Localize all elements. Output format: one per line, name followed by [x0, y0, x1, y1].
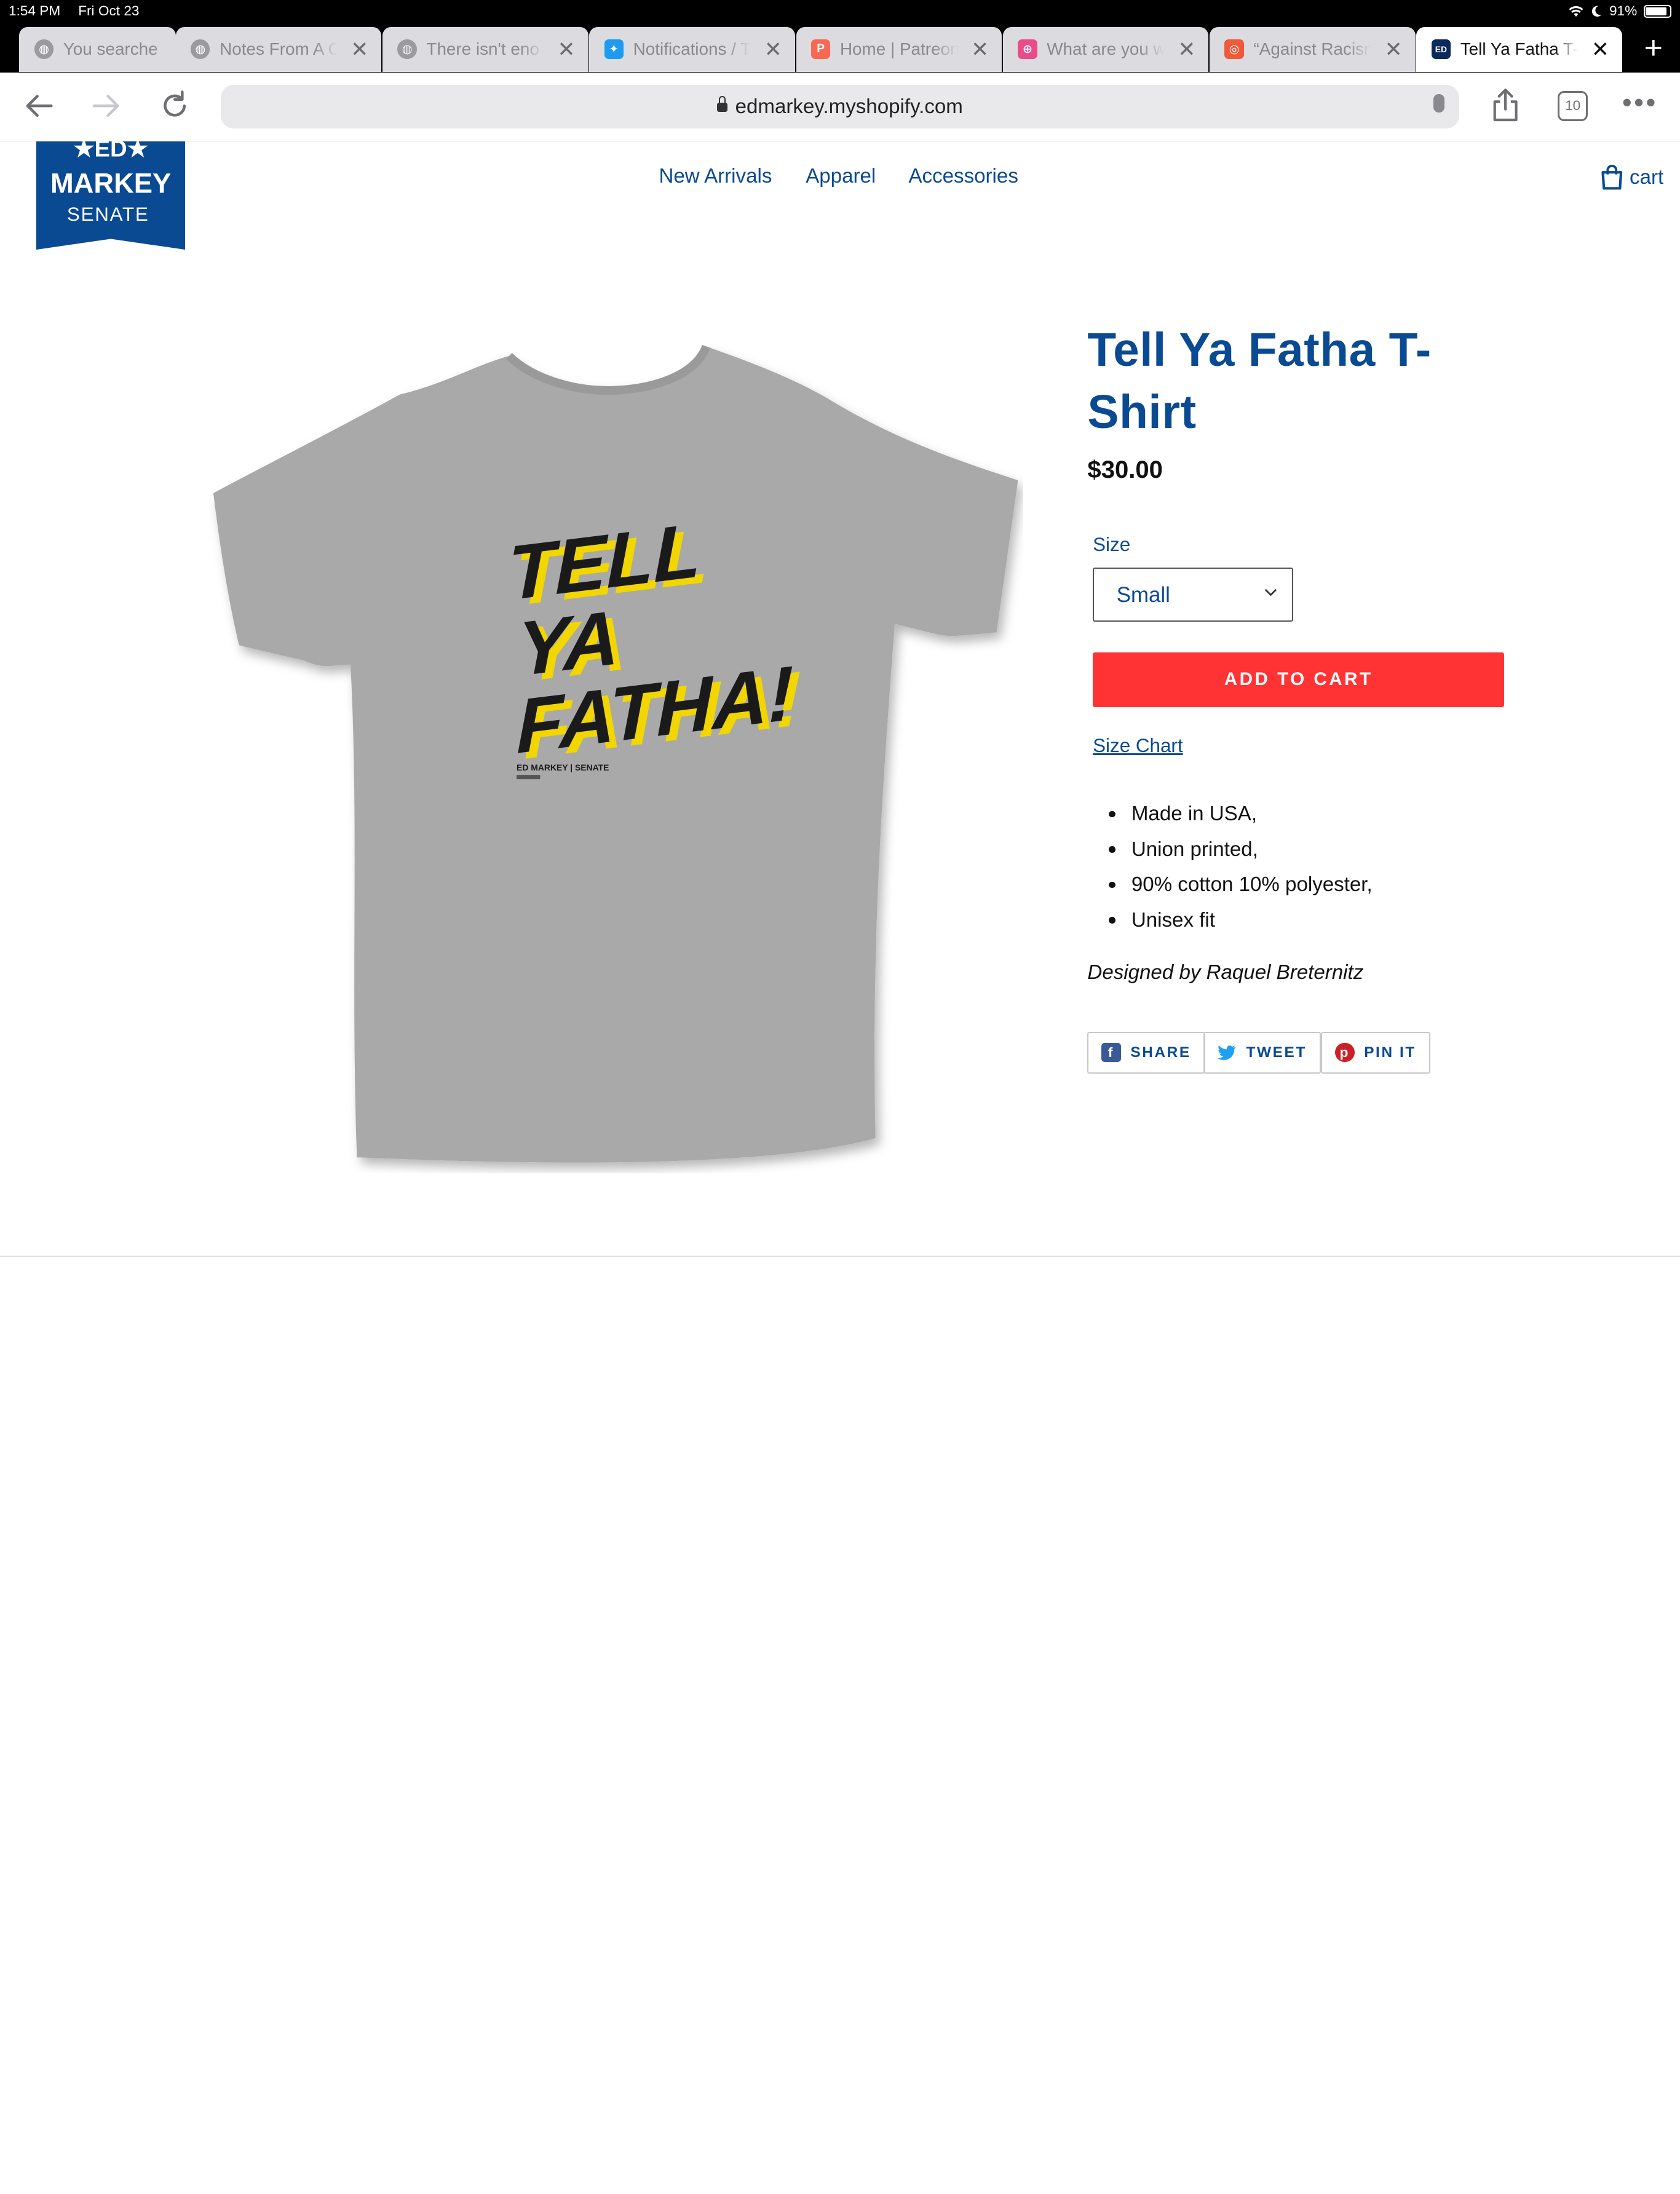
- close-icon[interactable]: ✕: [764, 38, 782, 62]
- chevron-down-icon: [1264, 584, 1277, 601]
- pinterest-icon: p: [1335, 1043, 1355, 1063]
- add-to-cart-button[interactable]: ADD TO CART: [1093, 652, 1505, 707]
- product-title: Tell Ya Fatha T-Shirt: [1087, 324, 1432, 439]
- product-price: $30.00: [1087, 456, 1163, 484]
- feature-list: Made in USA, Union printed, 90% cotton 1…: [1109, 800, 1373, 941]
- pinterest-pin-button[interactable]: p PIN IT: [1321, 1031, 1430, 1074]
- twitter-icon: [1217, 1043, 1237, 1062]
- share-label: SHARE: [1130, 1044, 1191, 1061]
- dribbble-icon: ⊕: [1018, 39, 1037, 59]
- svg-text:SENATE: SENATE: [67, 204, 149, 225]
- battery-icon: [1643, 4, 1671, 18]
- close-icon[interactable]: ✕: [351, 38, 368, 62]
- size-selected-value: Small: [1116, 583, 1170, 608]
- close-icon[interactable]: ✕: [971, 38, 989, 62]
- tab-label: You searche: [63, 39, 158, 59]
- pin-label: PIN IT: [1364, 1044, 1416, 1061]
- size-chart-link[interactable]: Size Chart: [1093, 735, 1183, 757]
- microphone-icon[interactable]: [1433, 94, 1444, 113]
- globe-icon: ◍: [191, 39, 210, 59]
- address-bar[interactable]: edmarkey.myshopify.com: [220, 84, 1459, 129]
- cart-link[interactable]: cart: [1601, 165, 1663, 191]
- close-icon[interactable]: ✕: [1178, 38, 1195, 62]
- designer-credit: Designed by Raquel Breternitz: [1087, 960, 1364, 984]
- tabs-overview-button[interactable]: 10: [1558, 91, 1588, 121]
- url-text-wrap: edmarkey.myshopify.com: [221, 95, 1459, 119]
- facebook-icon: f: [1101, 1043, 1121, 1063]
- list-item: Made in USA,: [1109, 800, 1372, 835]
- url-text: edmarkey.myshopify.com: [735, 95, 963, 119]
- nav-apparel[interactable]: Apparel: [806, 165, 876, 188]
- tab-label: Tell Ya Fatha T-: [1460, 39, 1579, 59]
- ed-markey-logo[interactable]: ★ED★ MARKEY SENATE: [36, 141, 186, 250]
- tab-label: What are you w: [1047, 39, 1165, 59]
- status-date: Fri Oct 23: [78, 3, 140, 19]
- tab-strip: ◍ You searche ◍ Notes From A C ✕ ◍ There…: [0, 23, 1680, 73]
- tab-6[interactable]: ⊕ What are you w ✕: [1002, 26, 1209, 72]
- svg-text:★ED★: ★ED★: [73, 141, 148, 162]
- more-icon[interactable]: •••: [1622, 85, 1658, 120]
- list-item: 90% cotton 10% polyester,: [1109, 871, 1373, 906]
- list-item: Union printed,: [1109, 836, 1372, 871]
- globe-icon: ◍: [34, 39, 54, 59]
- battery-percent: 91%: [1609, 3, 1638, 19]
- status-time: 1:54 PM: [8, 3, 61, 19]
- nav-accessories[interactable]: Accessories: [908, 165, 1018, 188]
- twitter-tweet-button[interactable]: TWEET: [1203, 1031, 1321, 1074]
- tab-5[interactable]: P Home | Patreon ✕: [796, 26, 1002, 72]
- tab-label: Notifications / T: [633, 39, 751, 59]
- product-image[interactable]: TELL TELL YA YA FATHA! FATHA! ED MARKEY …: [209, 343, 1023, 1173]
- tab-label: There isn't eno: [426, 39, 539, 59]
- back-icon[interactable]: [23, 90, 55, 130]
- site-icon: ◎: [1224, 39, 1244, 59]
- tab-label: Home | Patreon: [839, 39, 958, 59]
- tab-4[interactable]: ✦ Notifications / T ✕: [589, 26, 795, 72]
- tab-2[interactable]: ◍ Notes From A C ✕: [175, 26, 382, 72]
- patreon-icon: P: [810, 39, 831, 59]
- print-footer: ED MARKEY | SENATE: [517, 762, 609, 772]
- cart-label: cart: [1630, 166, 1664, 189]
- tweet-label: TWEET: [1246, 1044, 1307, 1061]
- wifi-icon: [1569, 6, 1583, 17]
- browser-toolbar: edmarkey.myshopify.com 10 •••: [0, 73, 1680, 141]
- lock-icon: [717, 96, 728, 113]
- tab-7[interactable]: ◎ “Against Racism ✕: [1210, 26, 1416, 72]
- new-tab-icon[interactable]: +: [1644, 32, 1663, 64]
- moon-icon: [1592, 6, 1602, 17]
- globe-icon: ◍: [397, 39, 417, 59]
- share-icon[interactable]: [1489, 87, 1521, 131]
- status-bar: 1:54 PM Fri Oct 23 91%: [0, 0, 1680, 24]
- tab-label: “Against Racism: [1253, 39, 1372, 59]
- svg-text:MARKEY: MARKEY: [50, 168, 171, 199]
- size-label: Size: [1093, 533, 1131, 555]
- tab-8-active[interactable]: ED Tell Ya Fatha T- ✕: [1416, 26, 1622, 72]
- tab-1[interactable]: ◍ You searche: [19, 26, 176, 72]
- ed-icon: ED: [1431, 39, 1451, 59]
- close-icon[interactable]: ✕: [1384, 38, 1402, 62]
- status-right: 91%: [1567, 3, 1671, 19]
- print-footer-mark: [516, 774, 541, 779]
- footer-divider: [0, 1255, 1680, 1257]
- close-icon[interactable]: ✕: [557, 38, 575, 62]
- tab-3[interactable]: ◍ There isn't eno ✕: [382, 26, 588, 72]
- twitter-icon: ✦: [604, 39, 624, 59]
- nav-new-arrivals[interactable]: New Arrivals: [659, 165, 772, 188]
- size-select[interactable]: Small: [1093, 568, 1293, 622]
- close-icon[interactable]: ✕: [1591, 38, 1609, 62]
- reload-icon[interactable]: [159, 90, 191, 130]
- list-item: Unisex fit: [1109, 906, 1372, 941]
- facebook-share-button[interactable]: f SHARE: [1087, 1031, 1205, 1074]
- forward-icon[interactable]: [90, 90, 122, 130]
- tab-label: Notes From A C: [220, 39, 338, 59]
- shopping-bag-icon: [1601, 165, 1623, 190]
